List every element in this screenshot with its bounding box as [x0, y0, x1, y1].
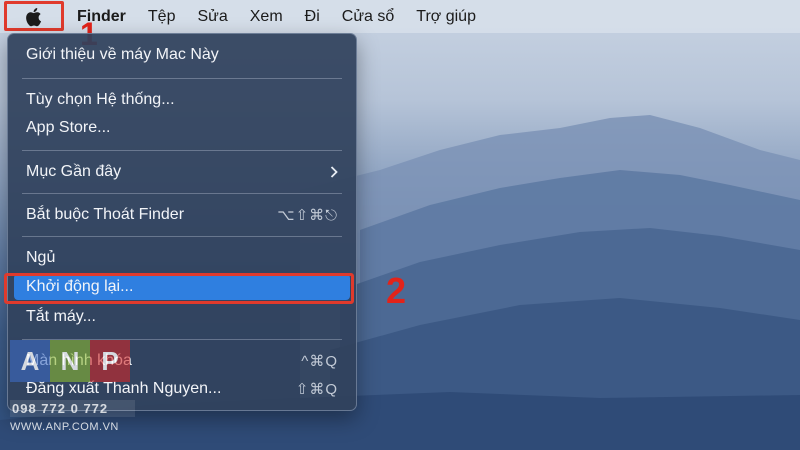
menu-separator: [22, 78, 342, 79]
menu-item-sleep[interactable]: Ngủ: [14, 245, 350, 271]
menu-separator: [22, 193, 342, 194]
step-1-highlight-box: [4, 1, 64, 31]
log-out-shortcut: ⇧⌘Q: [295, 381, 338, 398]
menu-window[interactable]: Cửa sổ: [331, 0, 406, 33]
menu-item-recent-items[interactable]: Mục Gần đây: [14, 159, 350, 185]
watermark-phone: 098 772 0 772: [10, 400, 135, 417]
lock-screen-shortcut: ^⌘Q: [301, 353, 338, 370]
menu-item-force-quit[interactable]: Bắt buộc Thoát Finder ⌥⇧⌘⎋: [14, 202, 350, 228]
chevron-right-icon: [330, 166, 338, 178]
menu-view[interactable]: Xem: [239, 0, 294, 33]
menu-edit[interactable]: Sửa: [186, 0, 238, 33]
menu-go[interactable]: Đi: [294, 0, 331, 33]
menu-item-app-store[interactable]: App Store...: [14, 115, 350, 141]
menu-bar: Finder Tệp Sửa Xem Đi Cửa sổ Trợ giúp: [0, 0, 800, 33]
force-quit-shortcut: ⌥⇧⌘⎋: [277, 207, 338, 224]
menu-separator: [22, 236, 342, 237]
step-2-highlight-box: [4, 273, 354, 304]
menu-help[interactable]: Trợ giúp: [405, 0, 487, 33]
step-2-label: 2: [386, 270, 407, 311]
watermark-letter-a: A: [10, 340, 50, 382]
watermark-letter-p: P: [90, 340, 130, 382]
menu-separator: [22, 150, 342, 151]
watermark-letter-n: N: [50, 340, 90, 382]
watermark-website: WWW.ANP.COM.VN: [10, 421, 119, 433]
menu-item-about-this-mac[interactable]: Giới thiệu về máy Mac Này: [14, 42, 350, 68]
anp-watermark-logo: A N P 098 772 0 772 WWW.ANP.COM.VN: [10, 340, 135, 440]
menu-file[interactable]: Tệp: [137, 0, 187, 33]
menu-item-shut-down[interactable]: Tắt máy...: [14, 304, 350, 330]
apple-menu-button[interactable]: [0, 0, 66, 33]
menu-item-system-preferences[interactable]: Tùy chọn Hệ thống...: [14, 87, 350, 113]
menu-finder[interactable]: Finder: [66, 0, 137, 33]
